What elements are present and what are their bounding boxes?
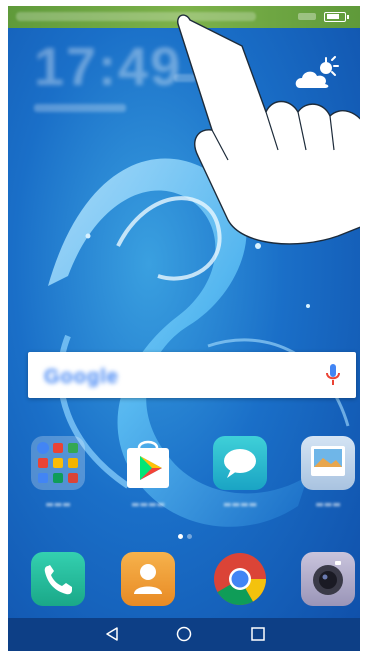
phone-icon — [31, 552, 85, 606]
app-label: ▬▬▬ — [45, 500, 71, 510]
page-dot-active — [178, 534, 183, 539]
app-google-folder[interactable]: ▬▬▬ — [22, 436, 94, 528]
google-search-bar[interactable]: Google — [28, 352, 356, 398]
app-label: ▬▬▬ — [315, 500, 341, 510]
chrome-icon — [213, 552, 267, 606]
gallery-icon — [301, 436, 355, 490]
app-play-store[interactable]: ▬▬▬▬ — [112, 436, 184, 528]
folder-icon — [31, 436, 85, 490]
page-dot — [187, 534, 192, 539]
google-logo: Google — [44, 366, 119, 389]
back-icon[interactable] — [104, 626, 120, 642]
navigation-bar — [8, 618, 360, 651]
recents-icon[interactable] — [250, 626, 266, 642]
contacts-icon — [121, 552, 175, 606]
app-label: ▬▬▬▬ — [130, 500, 165, 510]
clock-time[interactable]: 17:49 — [34, 36, 182, 98]
home-screen: 17:49 Google ▬▬▬ ▬▬▬▬ ▬▬▬▬ ▬▬▬ — [8, 6, 360, 651]
play-store-icon — [121, 436, 175, 490]
camera-icon — [301, 552, 355, 606]
page-indicator[interactable] — [178, 534, 192, 540]
google-logo-text: Google — [44, 366, 119, 388]
home-icon[interactable] — [176, 626, 192, 642]
date-text — [34, 104, 126, 112]
app-messaging[interactable]: ▬▬▬▬ — [204, 436, 276, 528]
app-label: ▬▬▬▬ — [222, 500, 257, 510]
chat-bubble-icon — [213, 436, 267, 490]
mic-icon[interactable] — [326, 363, 340, 387]
swipe-down-hand-icon — [177, 14, 360, 245]
app-gallery[interactable]: ▬▬▬ — [292, 436, 360, 528]
